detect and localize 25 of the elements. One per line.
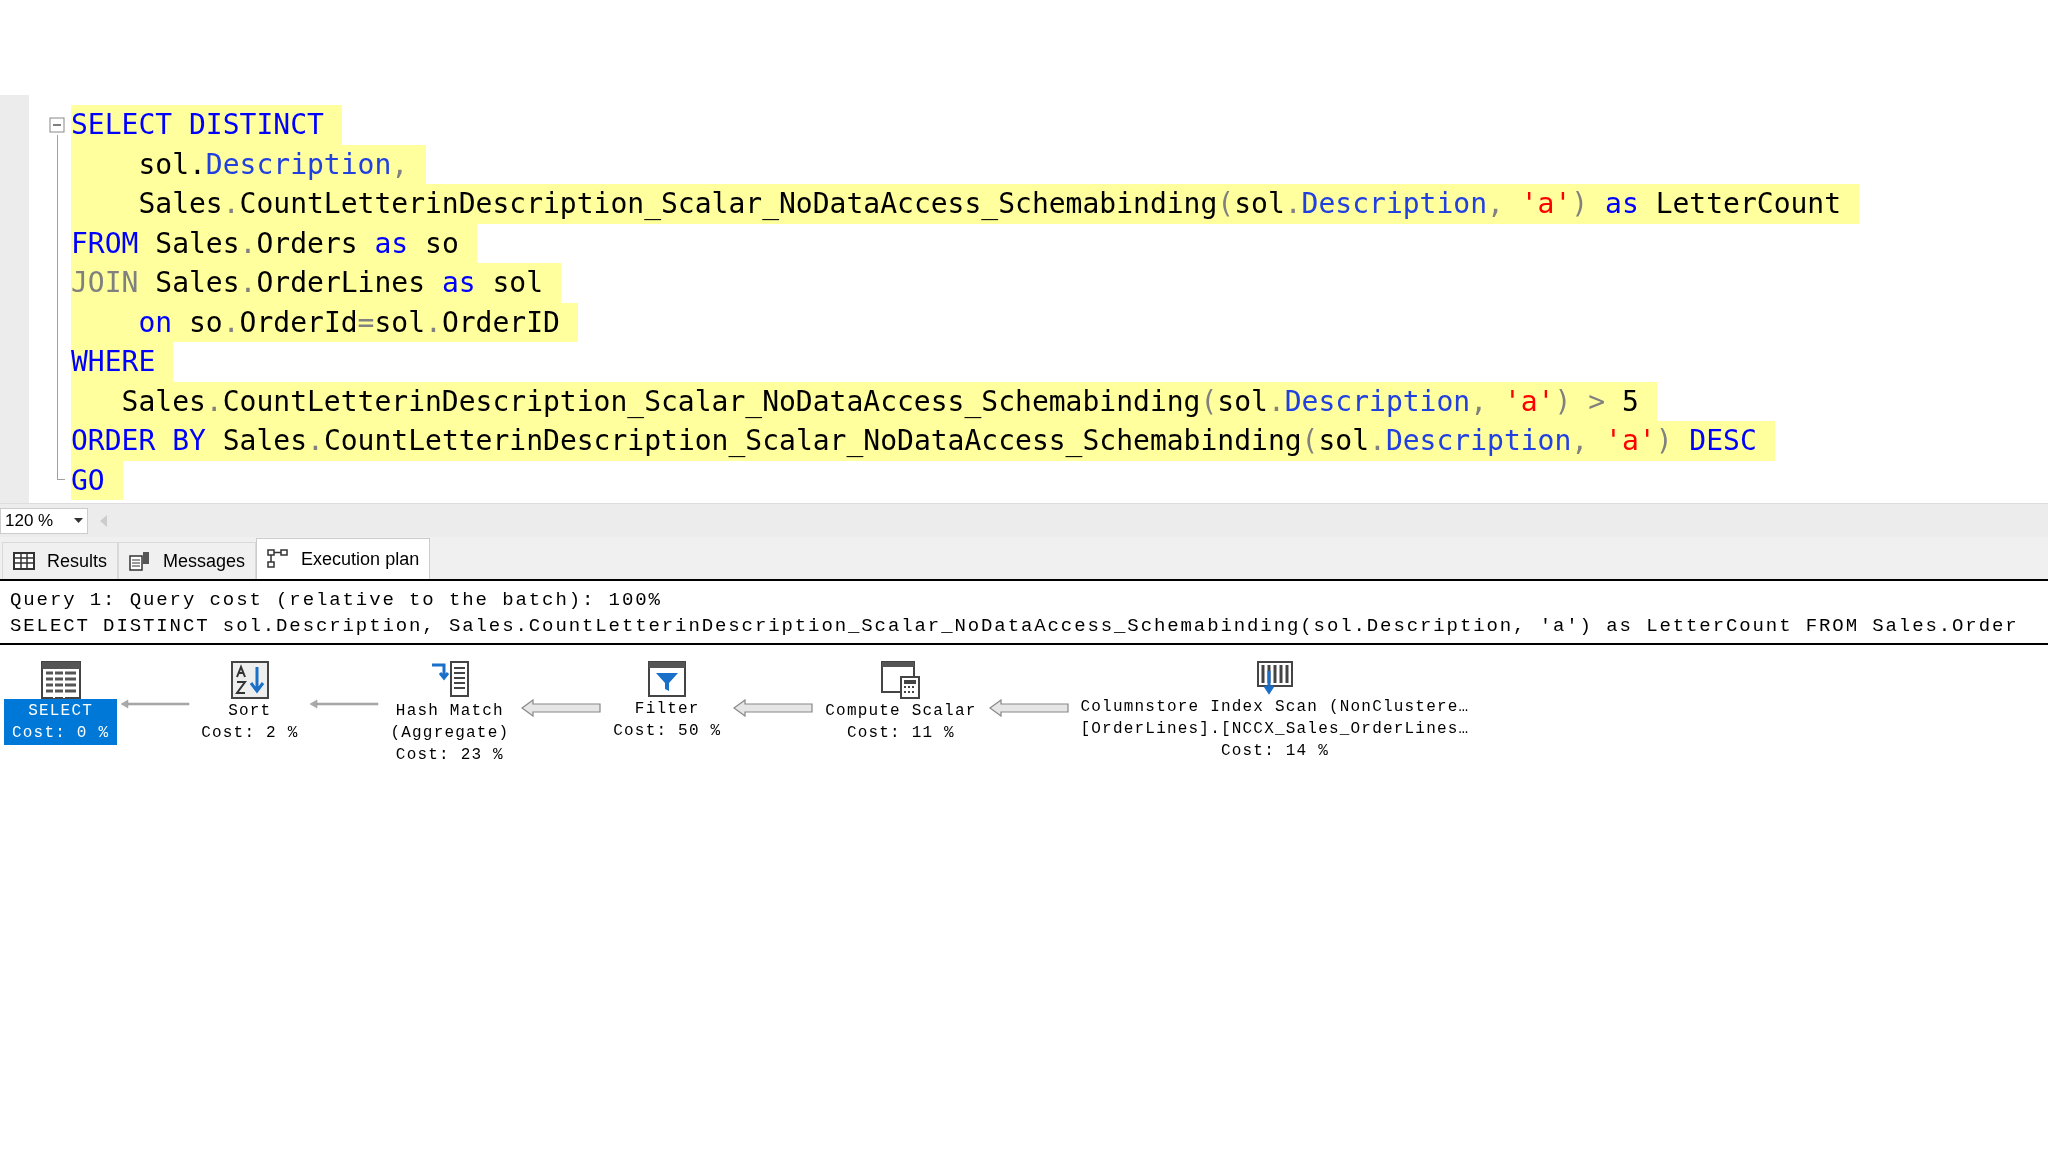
output-tab[interactable]: Messages <box>118 542 257 579</box>
columnstore-icon <box>1254 661 1295 695</box>
plan-node-label[interactable]: SELECT Cost: 0 % <box>4 699 118 745</box>
plan-node-label[interactable]: Sort Cost: 2 % <box>193 699 307 745</box>
document-icon <box>129 551 152 571</box>
sort-icon <box>230 661 269 699</box>
output-tab[interactable]: Results <box>2 542 119 579</box>
caret-icon <box>74 518 83 523</box>
table-icon <box>40 661 81 699</box>
plan-node-label[interactable]: Columnstore Index Scan (NonClustere… [OrderLines].[NCCX_Sales_OrderLines… Cost: 14 % <box>1072 695 1478 763</box>
filter-icon <box>648 661 687 697</box>
query-text: Query 1: Query cost (relative to the batch): 100% <box>10 588 663 613</box>
hash-match-icon <box>429 661 470 699</box>
calculator-icon <box>880 661 921 699</box>
output-tab[interactable]: Execution plan <box>256 538 431 579</box>
plan-node-label[interactable]: Compute Scalar Cost: 11 % <box>817 699 985 745</box>
flow-arrow <box>120 699 191 709</box>
collapse-icon[interactable] <box>49 117 65 133</box>
flow-arrow <box>309 699 380 709</box>
zoom-dropdown[interactable]: 120 % <box>0 507 88 534</box>
diagram-icon <box>267 549 290 569</box>
plan-node-label[interactable]: Hash Match (Aggregate) Cost: 23 % <box>382 699 518 767</box>
query-text: SELECT DISTINCT sol.Description, Sales.CountLetterinDescription_Scalar_NoDataAccess_Schemabinding(sol.Description, 'a') as LetterCount FROM Sales.Order <box>10 614 2020 639</box>
plan-node-label[interactable]: Filter Cost: 50 % <box>605 697 730 743</box>
grid-icon <box>13 552 35 570</box>
